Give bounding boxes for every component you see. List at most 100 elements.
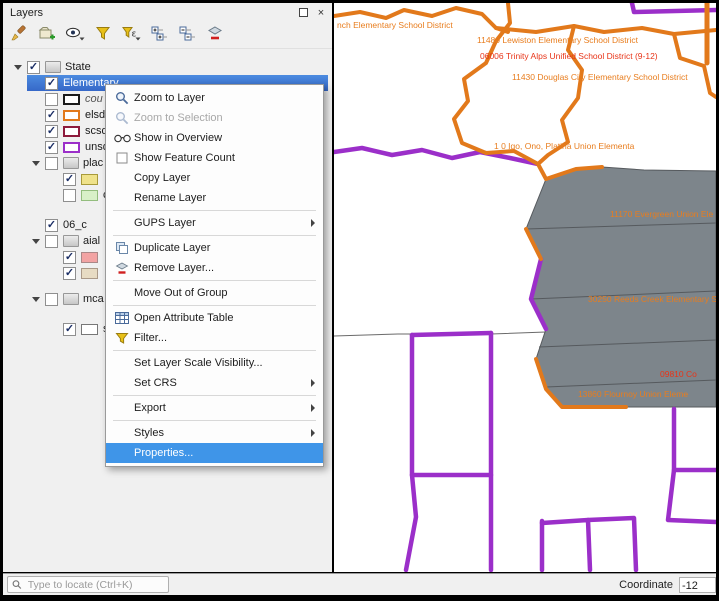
menu-item-label: Show in Overview bbox=[134, 132, 315, 144]
submenu-arrow-icon bbox=[311, 429, 315, 437]
float-panel-button[interactable] bbox=[296, 6, 310, 19]
menu-item-copy-layer[interactable]: Copy Layer bbox=[106, 168, 323, 188]
coordinate-value[interactable]: -12 bbox=[679, 577, 716, 593]
search-icon bbox=[12, 579, 22, 590]
menu-item-show-feature-count[interactable]: Show Feature Count bbox=[106, 148, 323, 168]
visibility-checkbox[interactable] bbox=[45, 157, 58, 170]
expand-all-icon bbox=[150, 24, 168, 47]
expander-icon[interactable] bbox=[31, 236, 42, 247]
layer-swatch bbox=[63, 110, 80, 121]
collapse-all-icon bbox=[178, 24, 196, 47]
open-layer-styling-panel-button[interactable] bbox=[7, 24, 31, 46]
menu-item-export[interactable]: Export bbox=[106, 398, 323, 418]
coordinate-display: Coordinate -12 bbox=[619, 577, 716, 593]
layers-panel-title: Layers bbox=[10, 7, 296, 19]
expander-spacer bbox=[49, 268, 60, 279]
layer-swatch bbox=[63, 142, 80, 153]
menu-item-filter[interactable]: Filter... bbox=[106, 328, 323, 348]
visibility-checkbox[interactable] bbox=[45, 93, 58, 106]
menu-item-move-out-of-group[interactable]: Move Out of Group bbox=[106, 283, 323, 303]
coordinate-label: Coordinate bbox=[619, 579, 673, 591]
menu-item-set-crs[interactable]: Set CRS bbox=[106, 373, 323, 393]
visibility-checkbox[interactable]: ✓ bbox=[63, 173, 76, 186]
menu-item-label: Zoom to Selection bbox=[134, 112, 315, 124]
expander-icon[interactable] bbox=[31, 158, 42, 169]
visibility-checkbox[interactable]: ✓ bbox=[63, 323, 76, 336]
filter-legend-by-expression-icon: ε bbox=[121, 24, 141, 47]
filter-legend-by-expression-button[interactable]: ε bbox=[119, 24, 143, 46]
visibility-checkbox[interactable]: ✓ bbox=[45, 219, 58, 232]
menu-item-label: Export bbox=[134, 402, 305, 414]
layer-label: elsd bbox=[85, 109, 105, 121]
submenu-arrow-icon bbox=[311, 404, 315, 412]
menu-item-label: Duplicate Layer bbox=[134, 242, 315, 254]
menu-item-label: Rename Layer bbox=[134, 192, 315, 204]
layer-swatch bbox=[63, 94, 80, 105]
visibility-checkbox[interactable]: ✓ bbox=[27, 61, 40, 74]
expander-spacer bbox=[49, 174, 60, 185]
visibility-checkbox[interactable] bbox=[45, 293, 58, 306]
status-bar: Coordinate -12 bbox=[3, 573, 716, 595]
visibility-checkbox[interactable] bbox=[45, 235, 58, 248]
show-in-overview-icon bbox=[110, 133, 134, 144]
feature-count-checkbox-icon bbox=[110, 152, 134, 164]
menu-item-show-in-overview[interactable]: Show in Overview bbox=[106, 128, 323, 148]
layers-panel-titlebar: Layers × bbox=[3, 3, 332, 22]
menu-item-open-attribute-table[interactable]: Open Attribute Table bbox=[106, 308, 323, 328]
menu-item-remove-layer[interactable]: Remove Layer... bbox=[106, 258, 323, 278]
visibility-checkbox[interactable]: ✓ bbox=[45, 125, 58, 138]
menu-item-zoom-to-selection: Zoom to Selection bbox=[106, 108, 323, 128]
visibility-checkbox[interactable]: ✓ bbox=[45, 141, 58, 154]
add-group-button[interactable] bbox=[35, 24, 59, 46]
expander-spacer bbox=[31, 94, 42, 105]
collapse-all-button[interactable] bbox=[175, 24, 199, 46]
layer-swatch bbox=[63, 126, 80, 137]
visibility-checkbox[interactable] bbox=[63, 189, 76, 202]
menu-item-rename-layer[interactable]: Rename Layer bbox=[106, 188, 323, 208]
close-panel-button[interactable]: × bbox=[314, 6, 328, 19]
remove-layer-group-button[interactable] bbox=[203, 24, 227, 46]
menu-item-styles[interactable]: Styles bbox=[106, 423, 323, 443]
group-icon bbox=[63, 157, 79, 169]
expander-spacer bbox=[49, 324, 60, 335]
district-label: 1 0 Igo, Ono, Platina Union Elementa bbox=[494, 141, 634, 151]
duplicate-layer-icon bbox=[110, 241, 134, 255]
filter-legend-button[interactable] bbox=[91, 24, 115, 46]
attribute-table-icon bbox=[110, 312, 134, 324]
locate-input[interactable] bbox=[26, 578, 164, 592]
menu-item-label: Set Layer Scale Visibility... bbox=[134, 357, 315, 369]
menu-item-zoom-to-layer[interactable]: Zoom to Layer bbox=[106, 88, 323, 108]
visibility-checkbox[interactable]: ✓ bbox=[45, 109, 58, 122]
district-label: 30250 Reeds Creek Elementary S bbox=[588, 294, 716, 304]
visibility-checkbox[interactable]: ✓ bbox=[63, 251, 76, 264]
filter-icon bbox=[110, 331, 134, 345]
district-label: 11430 Douglas City Elementary School Dis… bbox=[512, 72, 688, 82]
layer-label: plac bbox=[83, 157, 103, 169]
district-label: 11170 Evergreen Union Ele bbox=[610, 209, 713, 219]
menu-item-properties[interactable]: Properties... bbox=[106, 443, 323, 463]
submenu-arrow-icon bbox=[311, 219, 315, 227]
zoom-to-selection-icon bbox=[110, 111, 134, 125]
expander-icon[interactable] bbox=[31, 294, 42, 305]
menu-item-duplicate-layer[interactable]: Duplicate Layer bbox=[106, 238, 323, 258]
visibility-checkbox[interactable]: ✓ bbox=[45, 77, 58, 90]
district-label: 11480 Lewiston Elementary School Distric… bbox=[477, 35, 638, 45]
group-icon bbox=[63, 235, 79, 247]
menu-separator bbox=[113, 235, 316, 236]
expander-icon[interactable] bbox=[13, 62, 24, 73]
menu-item-gups-layer[interactable]: GUPS Layer bbox=[106, 213, 323, 233]
layer-context-menu: Zoom to Layer Zoom to Selection Show in Ov… bbox=[105, 84, 324, 467]
menu-separator bbox=[113, 350, 316, 351]
menu-item-label: Move Out of Group bbox=[134, 287, 315, 299]
expand-all-button[interactable] bbox=[147, 24, 171, 46]
menu-item-label: Copy Layer bbox=[134, 172, 315, 184]
layer-label: mca bbox=[83, 293, 104, 305]
group-icon bbox=[63, 293, 79, 305]
manage-map-themes-button[interactable] bbox=[63, 24, 87, 46]
menu-item-set-layer-scale-visibility[interactable]: Set Layer Scale Visibility... bbox=[106, 353, 323, 373]
visibility-checkbox[interactable]: ✓ bbox=[63, 267, 76, 280]
map-canvas[interactable]: nch Elementary School District11480 Lewi… bbox=[334, 3, 716, 572]
locate-box[interactable] bbox=[7, 576, 169, 593]
layer-row-state[interactable]: ✓State bbox=[3, 59, 328, 75]
map-drawing bbox=[334, 3, 716, 572]
